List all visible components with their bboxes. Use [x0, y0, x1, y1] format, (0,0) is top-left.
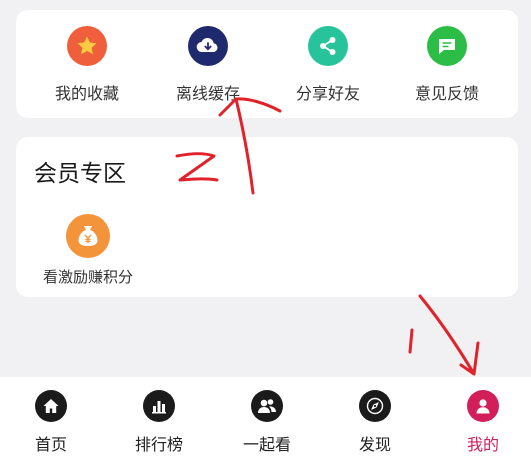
watch-ads-earn-points-label: 看激励赚积分: [42, 268, 133, 286]
share-friends-label: 分享好友: [295, 84, 360, 103]
compass-icon: [359, 390, 391, 422]
tab-profile-label: 我的: [466, 435, 499, 454]
tab-watch-together[interactable]: 一起看: [222, 390, 312, 455]
tab-home-label: 首页: [34, 435, 67, 454]
vip-section-title: 会员专区: [34, 161, 126, 187]
tab-ranking[interactable]: 排行榜: [114, 390, 204, 455]
share-friends-button[interactable]: 分享好友: [273, 26, 383, 104]
cloud-download-icon: [188, 26, 228, 66]
profile-icon: [467, 390, 499, 422]
star-icon: [67, 26, 107, 66]
tab-profile[interactable]: 我的: [438, 390, 528, 455]
favorites-label: 我的收藏: [54, 84, 119, 103]
feedback-icon: [427, 26, 467, 66]
tab-home[interactable]: 首页: [6, 390, 96, 455]
ranking-icon: [143, 390, 175, 422]
quick-actions-card: 我的收藏 离线缓存 分享好友 意见反馈: [16, 10, 518, 118]
tab-watch-together-label: 一起看: [242, 435, 291, 454]
annotation-arrow-profile-tab: [418, 294, 480, 376]
offline-cache-button[interactable]: 离线缓存: [153, 26, 263, 104]
feedback-label: 意见反馈: [414, 84, 479, 103]
tab-ranking-label: 排行榜: [134, 435, 183, 454]
watch-ads-earn-points-button[interactable]: 看激励赚积分: [38, 214, 138, 287]
annotation-mark-left-tick: [408, 328, 414, 354]
favorites-button[interactable]: 我的收藏: [32, 26, 142, 104]
share-icon: [308, 26, 348, 66]
money-bag-icon: [66, 214, 110, 258]
watch-together-icon: [251, 390, 283, 422]
tab-discover-label: 发现: [358, 435, 391, 454]
vip-section-card: 会员专区 看激励赚积分: [16, 137, 518, 297]
tab-discover[interactable]: 发现: [330, 390, 420, 455]
feedback-button[interactable]: 意见反馈: [392, 26, 502, 104]
home-icon: [35, 390, 67, 422]
bottom-tab-bar: 首页 排行榜 一起看 发现 我的: [0, 377, 531, 456]
screen: 我的收藏 离线缓存 分享好友 意见反馈 会员专区 看激励赚积分 首页 排行榜 一…: [0, 0, 531, 456]
offline-cache-label: 离线缓存: [175, 84, 240, 103]
